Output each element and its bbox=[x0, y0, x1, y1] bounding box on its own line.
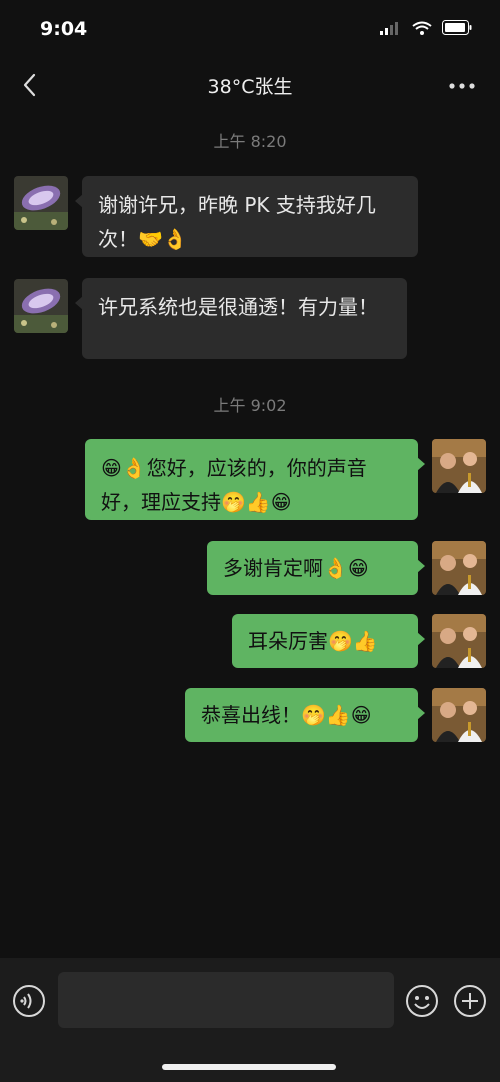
voice-icon bbox=[13, 985, 45, 1017]
timestamp: 上午 9:02 bbox=[213, 396, 287, 415]
message-text: 许兄系统也是很通透！有力量！ bbox=[98, 295, 378, 319]
incoming-message-bubble[interactable]: 许兄系统也是很通透！有力量！ bbox=[75, 278, 407, 359]
outgoing-message-bubble[interactable]: 😁👌您好，应该的，你的声音好，理应支持🤭👍😁 bbox=[85, 439, 425, 520]
home-indicator bbox=[162, 1064, 336, 1070]
status-bar: 9:04 bbox=[0, 0, 500, 58]
my-avatar-image bbox=[432, 614, 486, 668]
more-horizontal-icon bbox=[449, 83, 475, 89]
message-text: 😁👌您好，应该的，你的声音好，理应支持🤭👍😁 bbox=[101, 456, 367, 514]
contact-avatar-image bbox=[14, 279, 68, 333]
battery-icon bbox=[442, 20, 472, 35]
message-input[interactable] bbox=[58, 972, 394, 1028]
incoming-message-bubble[interactable]: 谢谢许兄，昨晚 PK 支持我好几次！🤝👌 bbox=[75, 176, 418, 257]
chat-header: 38°C张生 bbox=[0, 58, 500, 114]
more-functions-button[interactable] bbox=[453, 984, 487, 1018]
contact-avatar[interactable] bbox=[14, 176, 68, 230]
status-time: 9:04 bbox=[40, 18, 88, 40]
my-avatar[interactable] bbox=[432, 541, 486, 595]
my-avatar[interactable] bbox=[432, 439, 486, 493]
outgoing-message-bubble[interactable]: 耳朵厉害🤭👍 bbox=[232, 614, 425, 668]
chat-title: 38°C张生 bbox=[207, 76, 293, 98]
plus-icon bbox=[454, 985, 486, 1017]
timestamp: 上午 8:20 bbox=[213, 132, 287, 151]
voice-button[interactable] bbox=[12, 984, 46, 1018]
emoji-icon bbox=[406, 985, 438, 1017]
my-avatar-image bbox=[432, 688, 486, 742]
cellular-signal-icon bbox=[380, 21, 398, 35]
emoji-button[interactable] bbox=[405, 984, 439, 1018]
wifi-icon bbox=[412, 21, 432, 35]
outgoing-message-bubble[interactable]: 恭喜出线！🤭👍😁 bbox=[185, 688, 425, 742]
outgoing-message-bubble[interactable]: 多谢肯定啊👌😁 bbox=[207, 541, 425, 595]
contact-avatar-image bbox=[14, 176, 68, 230]
more-button[interactable] bbox=[444, 72, 480, 100]
message-text: 多谢肯定啊👌😁 bbox=[223, 556, 369, 580]
my-avatar[interactable] bbox=[432, 688, 486, 742]
my-avatar[interactable] bbox=[432, 614, 486, 668]
message-text: 恭喜出线！🤭👍😁 bbox=[201, 703, 372, 727]
message-text: 谢谢许兄，昨晚 PK 支持我好几次！🤝👌 bbox=[98, 193, 376, 251]
my-avatar-image bbox=[432, 439, 486, 493]
contact-avatar[interactable] bbox=[14, 279, 68, 333]
my-avatar-image bbox=[432, 541, 486, 595]
message-text: 耳朵厉害🤭👍 bbox=[248, 629, 378, 653]
status-icons bbox=[380, 20, 472, 35]
